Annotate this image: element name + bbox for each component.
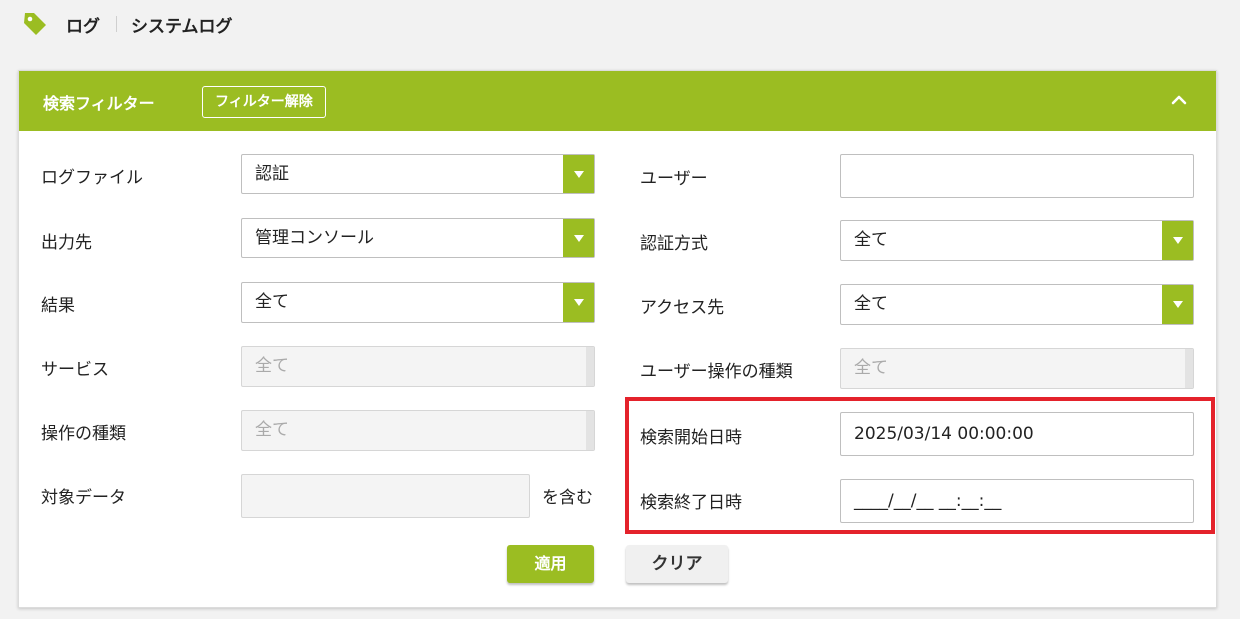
auth-method-label: 認証方式 (640, 234, 708, 254)
service-value: 全て (255, 356, 289, 376)
result-value: 全て (255, 292, 289, 312)
breadcrumb-item-system-log: システムログ (131, 16, 233, 37)
dropdown-arrow-icon[interactable] (563, 219, 594, 257)
destination-value: 管理コンソール (255, 228, 374, 248)
log-file-select[interactable]: 認証 (241, 154, 595, 194)
user-label: ユーザー (640, 169, 708, 189)
access-dest-value: 全て (854, 294, 888, 314)
service-select: 全て (241, 346, 595, 387)
destination-select[interactable]: 管理コンソール (241, 218, 595, 258)
target-data-label: 対象データ (41, 488, 126, 508)
user-operation-type-value: 全て (854, 358, 888, 378)
log-file-value: 認証 (255, 164, 289, 184)
dropdown-arrow-icon (586, 347, 594, 386)
dropdown-arrow-icon[interactable] (1162, 221, 1193, 260)
apply-button[interactable]: 適用 (507, 545, 594, 583)
search-filter-panel: 検索フィルター フィルター解除 ログファイル 認証 出力先 管理コンソール 結果… (18, 70, 1217, 608)
tag-icon (24, 13, 46, 35)
auth-method-select[interactable]: 全て (840, 220, 1194, 261)
breadcrumb: ログ システムログ (22, 10, 233, 38)
log-file-label: ログファイル (41, 168, 143, 188)
result-label: 結果 (41, 296, 75, 316)
user-operation-type-label: ユーザー操作の種類 (640, 362, 793, 382)
chevron-up-icon[interactable] (1168, 89, 1190, 111)
filter-panel-header: 検索フィルター フィルター解除 (19, 71, 1216, 131)
auth-method-value: 全て (854, 230, 888, 250)
dropdown-arrow-icon (586, 411, 594, 450)
clear-filter-button[interactable]: フィルター解除 (202, 86, 326, 118)
dropdown-arrow-icon[interactable] (563, 283, 594, 322)
breadcrumb-item-log[interactable]: ログ (66, 12, 100, 37)
operation-type-value: 全て (255, 420, 289, 440)
user-input[interactable] (840, 154, 1194, 198)
date-range-highlight (625, 397, 1215, 534)
user-operation-type-select: 全て (840, 348, 1194, 389)
dropdown-arrow-icon[interactable] (563, 155, 594, 193)
operation-type-select: 全て (241, 410, 595, 451)
clear-button[interactable]: クリア (626, 545, 728, 583)
dropdown-arrow-icon (1185, 349, 1193, 388)
service-label: サービス (41, 360, 109, 380)
dropdown-arrow-icon[interactable] (1162, 285, 1193, 324)
breadcrumb-separator (116, 16, 117, 32)
target-data-suffix: を含む (542, 488, 593, 508)
result-select[interactable]: 全て (241, 282, 595, 323)
access-dest-select[interactable]: 全て (840, 284, 1194, 325)
target-data-input[interactable] (241, 474, 530, 518)
access-dest-label: アクセス先 (640, 298, 725, 318)
destination-label: 出力先 (41, 233, 92, 253)
filter-panel-title: 検索フィルター (43, 94, 155, 113)
operation-type-label: 操作の種類 (41, 424, 126, 444)
